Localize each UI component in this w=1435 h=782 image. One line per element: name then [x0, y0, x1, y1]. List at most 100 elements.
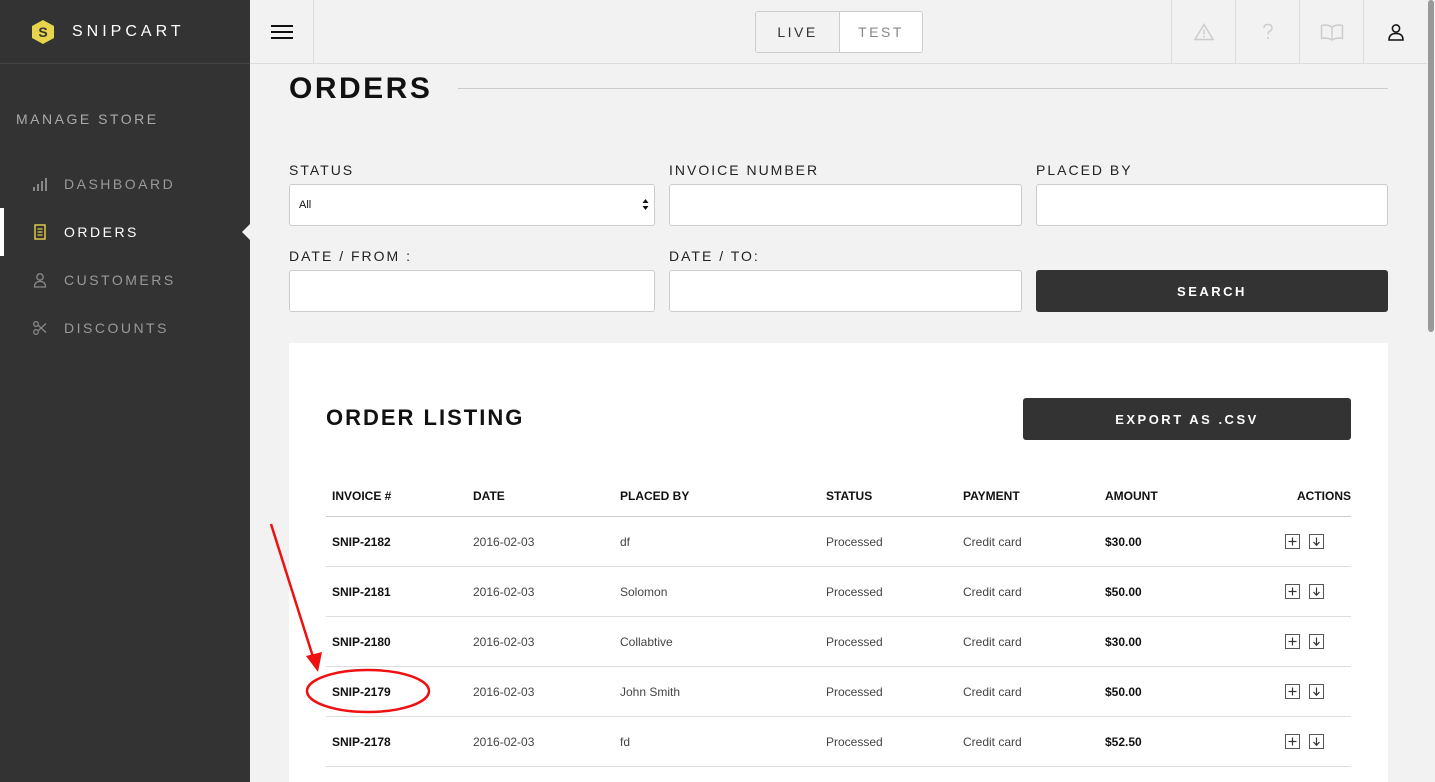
- cell-date: 2016-02-03: [473, 735, 535, 749]
- cell-amount: $50.00: [1105, 585, 1142, 599]
- sidebar-item-discounts[interactable]: DISCOUNTS: [0, 304, 250, 352]
- mode-live-button[interactable]: LIVE: [756, 12, 840, 52]
- invoice-number-label: INVOICE NUMBER: [669, 162, 820, 178]
- cell-status: Processed: [826, 585, 883, 599]
- snipcart-logo-icon: S: [32, 19, 54, 44]
- svg-text:S: S: [38, 24, 47, 40]
- download-icon[interactable]: [1309, 534, 1324, 549]
- date-from-field[interactable]: [289, 270, 655, 312]
- search-button[interactable]: SEARCH: [1036, 270, 1388, 312]
- download-icon[interactable]: [1309, 684, 1324, 699]
- date-to-field[interactable]: [669, 270, 1022, 312]
- export-csv-button[interactable]: EXPORT AS .CSV: [1023, 398, 1351, 440]
- cell-payment: Credit card: [963, 685, 1022, 699]
- cell-date: 2016-02-03: [473, 585, 535, 599]
- column-header-actions: ACTIONS: [1297, 489, 1351, 503]
- cell-placed-by: Collabtive: [620, 635, 673, 649]
- status-select-value: All: [299, 199, 312, 211]
- cell-invoice[interactable]: SNIP-2179: [332, 685, 391, 699]
- date-to-label: DATE / TO:: [669, 248, 760, 264]
- column-header-placed-by[interactable]: PLACED BY: [620, 489, 689, 503]
- cell-date: 2016-02-03: [473, 635, 535, 649]
- cell-placed-by: Solomon: [620, 585, 668, 599]
- topbar-actions: [1171, 0, 1427, 63]
- book-icon: [1320, 23, 1343, 41]
- cell-amount: $50.00: [1105, 685, 1142, 699]
- cell-invoice[interactable]: SNIP-2182: [332, 535, 391, 549]
- scissors-icon: [32, 320, 48, 336]
- download-icon[interactable]: [1309, 584, 1324, 599]
- cell-date: 2016-02-03: [473, 535, 535, 549]
- receipt-icon: [32, 224, 48, 240]
- page-title: ORDERS: [289, 72, 433, 105]
- expand-icon[interactable]: [1285, 634, 1300, 649]
- cell-payment: Credit card: [963, 735, 1022, 749]
- column-header-amount[interactable]: AMOUNT: [1105, 489, 1158, 503]
- cell-date: 2016-02-03: [473, 685, 535, 699]
- table-row[interactable]: SNIP-2181 2016-02-03 Solomon Processed Credi…: [326, 567, 1351, 617]
- sidebar-item-customers[interactable]: CUSTOMERS: [0, 256, 250, 304]
- sidebar-item-label: CUSTOMERS: [64, 272, 176, 288]
- sidebar-nav: DASHBOARD ORDERS CUSTOMERS DISCOUNTS: [0, 160, 250, 352]
- cell-payment: Credit card: [963, 535, 1022, 549]
- scrollbar-thumb[interactable]: [1428, 0, 1434, 332]
- cell-invoice[interactable]: SNIP-2178: [332, 735, 391, 749]
- table-row[interactable]: SNIP-2180 2016-02-03 Collabtive Processed Cr…: [326, 617, 1351, 667]
- status-label: STATUS: [289, 162, 355, 178]
- invoice-number-field[interactable]: [669, 184, 1022, 226]
- select-arrows-icon: [642, 198, 649, 211]
- cell-status: Processed: [826, 685, 883, 699]
- placed-by-label: PLACED BY: [1036, 162, 1133, 178]
- expand-icon[interactable]: [1285, 584, 1300, 599]
- download-icon[interactable]: [1309, 634, 1324, 649]
- download-icon[interactable]: [1309, 734, 1324, 749]
- cell-placed-by: df: [620, 535, 631, 549]
- section-title: MANAGE STORE: [16, 111, 159, 127]
- status-select[interactable]: All: [289, 184, 655, 226]
- sidebar-item-label: DISCOUNTS: [64, 320, 169, 336]
- menu-toggle-button[interactable]: [250, 0, 314, 63]
- cell-status: Processed: [826, 735, 883, 749]
- cell-invoice[interactable]: SNIP-2180: [332, 635, 391, 649]
- sidebar-item-orders[interactable]: ORDERS: [0, 208, 250, 256]
- column-header-invoice[interactable]: INVOICE #: [332, 489, 391, 503]
- column-header-payment[interactable]: PAYMENT: [963, 489, 1020, 503]
- page-scrollbar[interactable]: [1427, 0, 1435, 782]
- topbar: LIVE TEST: [250, 0, 1427, 64]
- cell-amount: $30.00: [1105, 635, 1142, 649]
- cell-status: Processed: [826, 535, 883, 549]
- table-row[interactable]: SNIP-2182 2016-02-03 df Processed Credit car…: [326, 517, 1351, 567]
- table-row[interactable]: SNIP-2178 2016-02-03 fd Processed Credit car…: [326, 717, 1351, 767]
- date-from-label: DATE / FROM :: [289, 248, 412, 264]
- placed-by-field[interactable]: [1036, 184, 1388, 226]
- cell-placed-by: fd: [620, 735, 631, 749]
- expand-icon[interactable]: [1285, 684, 1300, 699]
- table-row[interactable]: SNIP-2179 2016-02-03 John Smith Processed Cr…: [326, 667, 1351, 717]
- cell-status: Processed: [826, 635, 883, 649]
- sidebar-item-label: ORDERS: [64, 224, 139, 240]
- docs-button[interactable]: [1299, 0, 1363, 63]
- cell-invoice[interactable]: SNIP-2181: [332, 585, 391, 599]
- cell-amount: $52.50: [1105, 735, 1142, 749]
- order-listing-panel: ORDER LISTING EXPORT AS .CSV INVOICE # D…: [289, 343, 1388, 782]
- table-header: INVOICE # DATE PLACED BY STATUS PAYMENT …: [326, 483, 1351, 517]
- account-button[interactable]: [1363, 0, 1427, 63]
- column-header-status[interactable]: STATUS: [826, 489, 872, 503]
- sidebar-item-label: DASHBOARD: [64, 176, 176, 192]
- expand-icon[interactable]: [1285, 534, 1300, 549]
- mode-toggle: LIVE TEST: [755, 11, 923, 53]
- help-icon: [1262, 23, 1273, 39]
- cell-payment: Credit card: [963, 635, 1022, 649]
- brand-name: SNIPCART: [72, 22, 185, 40]
- brand[interactable]: S SNIPCART: [0, 0, 250, 64]
- sidebar-item-dashboard[interactable]: DASHBOARD: [0, 160, 250, 208]
- user-icon: [32, 272, 48, 288]
- title-divider: [458, 88, 1388, 89]
- cell-placed-by: John Smith: [620, 685, 681, 699]
- help-button[interactable]: [1235, 0, 1299, 63]
- mode-test-button[interactable]: TEST: [840, 12, 922, 52]
- warning-button[interactable]: [1171, 0, 1235, 63]
- expand-icon[interactable]: [1285, 734, 1300, 749]
- column-header-date[interactable]: DATE: [473, 489, 505, 503]
- cell-amount: $30.00: [1105, 535, 1142, 549]
